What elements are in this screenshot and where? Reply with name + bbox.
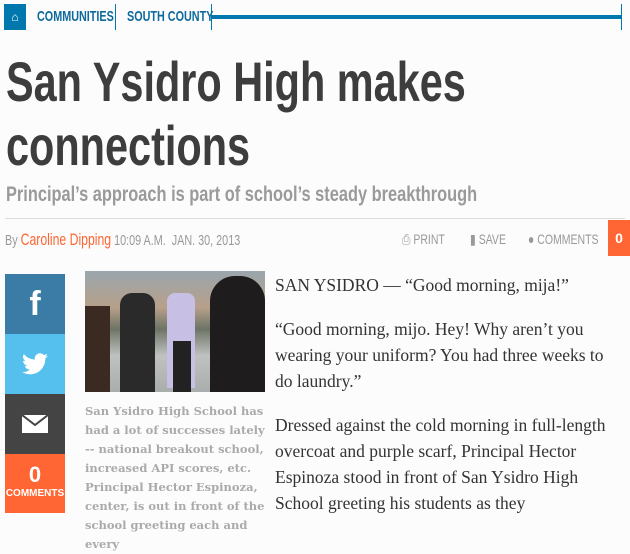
facebook-icon: f	[29, 285, 41, 323]
speech-bubble-icon: ●	[528, 231, 535, 247]
email-share-button[interactable]	[5, 394, 65, 454]
article-body: SAN YSIDRO — “Good morning, mija!” “Good…	[275, 272, 625, 534]
envelope-icon	[21, 413, 49, 433]
facebook-share-button[interactable]: f	[5, 274, 65, 334]
bookmark-icon: ▮	[470, 231, 476, 247]
subheadline: Principal’s approach is part of school’s…	[6, 183, 478, 206]
page-title: San Ysidro High makes connections	[6, 50, 466, 177]
paragraph: SAN YSIDRO — “Good morning, mija!”	[275, 275, 569, 295]
breadcrumb: ⌂ COMMUNITIES SOUTH COUNTY	[4, 4, 626, 30]
divider	[115, 4, 116, 30]
divider	[5, 218, 625, 219]
printer-icon: ⎙	[402, 231, 411, 247]
comments-share-button[interactable]: 0 COMMENTS	[5, 454, 65, 513]
photo-caption: San Ysidro High School has had a lot of …	[85, 404, 265, 551]
byline: By Caroline Dipping 10:09 A.M. JAN. 30, …	[5, 230, 241, 249]
breadcrumb-rule	[212, 15, 622, 19]
twitter-bird-icon	[22, 353, 48, 375]
save-button[interactable]: ▮ SAVE	[470, 231, 518, 248]
divider	[621, 4, 622, 30]
home-icon[interactable]: ⌂	[4, 4, 26, 30]
article-photo[interactable]	[85, 271, 265, 392]
comment-count-badge[interactable]: 0	[608, 220, 630, 256]
print-button[interactable]: ⎙ PRINT	[402, 231, 459, 248]
paragraph: Dressed against the cold morning in full…	[275, 415, 606, 513]
author-link[interactable]: Caroline Dipping	[21, 230, 111, 249]
paragraph: “Good morning, mijo. Hey! Why aren’t you…	[275, 319, 604, 391]
twitter-share-button[interactable]	[5, 334, 65, 394]
